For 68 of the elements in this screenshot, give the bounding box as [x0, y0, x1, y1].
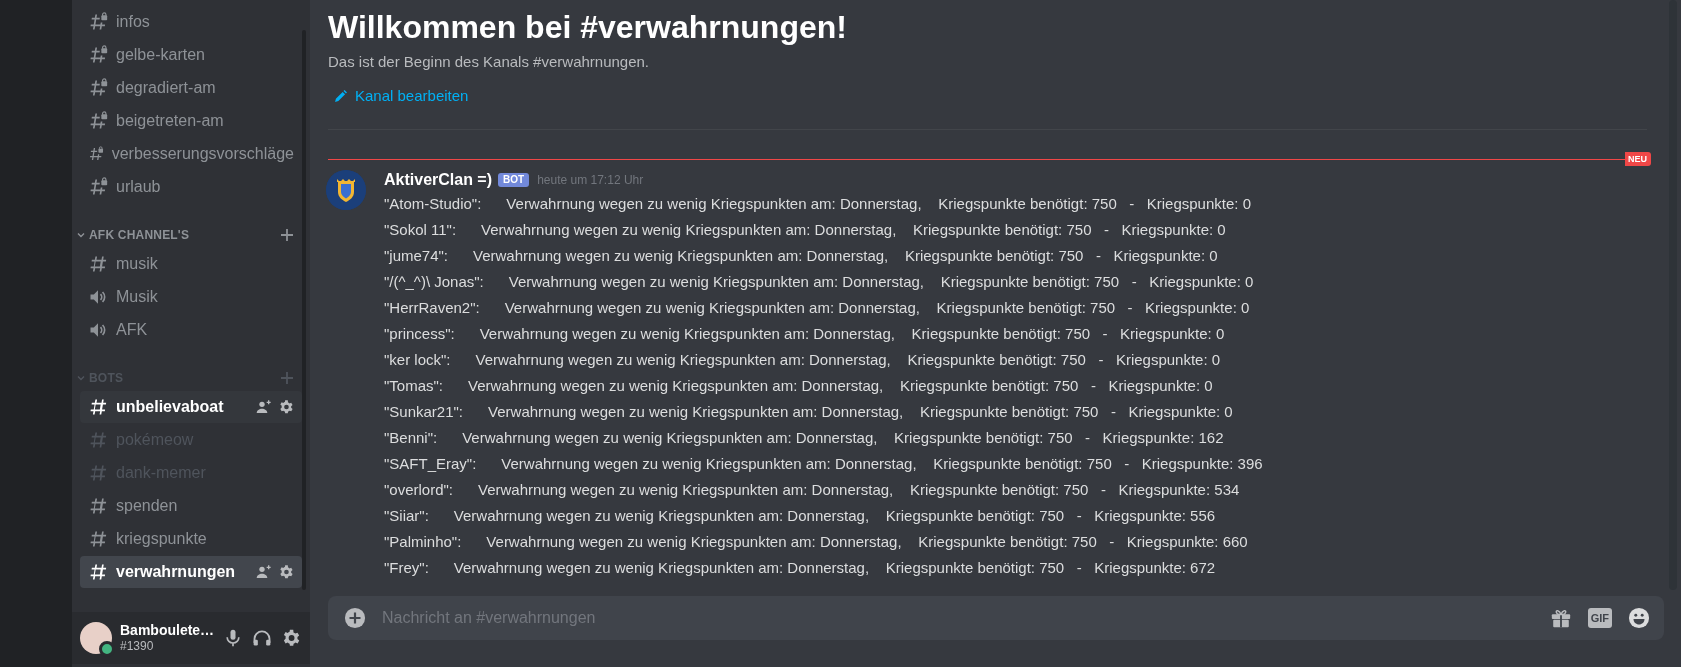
message-line: "Siiar": Verwahrnung wegen zu wenig Kriegspunkten am: Donnerstag, Kriegspunkte benötigt: 750 - Kriegspunkte: 556 [384, 506, 1216, 526]
message-line: "HerrRaven2": Verwahrnung wegen zu wenig Kriegspunkten am: Donnerstag, Kriegspunkte benötigt: 750 - Kriegspunkte: 0 [384, 298, 1250, 318]
edit-channel-link[interactable]: Kanal bearbeiten [334, 85, 469, 107]
message-line: "princess": Verwahrnung wegen zu wenig Kriegspunkten am: Donnerstag, Kriegspunkte benötigt: 750 - Kriegspunkte: 0 [384, 324, 1225, 344]
channel-item[interactable]: infos [80, 6, 302, 38]
hash-icon [88, 463, 108, 483]
hash-icon [88, 562, 108, 582]
hash-icon [88, 529, 108, 549]
settings-icon[interactable] [278, 399, 294, 415]
locked-hash-icon [88, 177, 108, 197]
headphones-icon[interactable] [252, 628, 273, 648]
welcome-subtitle: Das ist der Beginn des Kanals #verwahrnungen. [328, 52, 650, 72]
user-tag: #1390 [120, 638, 215, 654]
channel-item[interactable]: kriegspunkte [80, 523, 302, 555]
channel-item[interactable]: musik [80, 248, 302, 280]
locked-hash-icon [88, 12, 108, 32]
online-status-icon [99, 641, 115, 657]
shield-avatar-icon[interactable] [326, 170, 366, 210]
settings-icon[interactable] [281, 628, 302, 648]
add-circle-icon[interactable] [344, 607, 366, 629]
chevron-down-icon [76, 230, 86, 240]
message-line: "Benni": Verwahrnung wegen zu wenig Kriegspunkten am: Donnerstag, Kriegspunkte benötigt: 750 - Kriegspunkte: 162 [384, 428, 1224, 448]
message-line: "Tomas": Verwahrnung wegen zu wenig Kriegspunkten am: Donnerstag, Kriegspunkte benötigt: 750 - Kriegspunkte: 0 [384, 376, 1213, 396]
channel-item[interactable]: AFK [80, 314, 302, 346]
category-header[interactable]: AFK CHANNEL'S [72, 223, 310, 247]
new-badge: NEU [1625, 152, 1651, 166]
channel-item[interactable]: unbelievaboat [80, 391, 302, 423]
channel-item[interactable]: urlaub [80, 171, 302, 203]
message-line: "Palminho": Verwahrnung wegen zu wenig Kriegspunkten am: Donnerstag, Kriegspunkte benötigt: 750 - Kriegspunkte: 660 [384, 532, 1248, 552]
author-name[interactable]: AktiverClan =) [384, 171, 493, 189]
gift-icon[interactable] [1549, 607, 1572, 629]
bot-tag: BOT [498, 173, 530, 187]
hash-icon [88, 254, 108, 274]
chevron-down-icon [76, 373, 86, 383]
settings-icon[interactable] [278, 564, 294, 580]
message-line: "ker lock": Verwahrnung wegen zu wenig Kriegspunkten am: Donnerstag, Kriegspunkte benötigt: 750 - Kriegspunkte: 0 [384, 350, 1221, 370]
message-line: "Atom-Studio": Verwahrnung wegen zu wenig Kriegspunkten am: Donnerstag, Kriegspunkte benötigt: 750 - Kriegspunkte: 0 [384, 194, 1251, 214]
smiley-icon[interactable] [1628, 607, 1650, 629]
channel-item[interactable]: verwahrnungen [80, 556, 302, 588]
message-line: "Sokol 11": Verwahrnung wegen zu wenig Kriegspunkten am: Donnerstag, Kriegspunkte benötigt: 750 - Kriegspunkte: 0 [384, 220, 1226, 240]
channel-item[interactable]: spenden [80, 490, 302, 522]
locked-hash-icon [88, 45, 108, 65]
message-timestamp: heute um 17:12 Uhr [537, 173, 644, 187]
channel-item[interactable]: verbesserungsvorschläge [80, 138, 302, 170]
hash-icon [88, 397, 108, 417]
message-line: "overlord": Verwahrnung wegen zu wenig Kriegspunkten am: Donnerstag, Kriegspunkte benötigt: 750 - Kriegspunkte: 534 [384, 480, 1240, 500]
channel-item[interactable]: degradiert-am [80, 72, 302, 104]
category-name: AFK CHANNEL'S [89, 228, 191, 242]
plus-icon[interactable] [280, 228, 294, 242]
add-member-icon[interactable] [256, 399, 272, 415]
avatar[interactable] [80, 622, 112, 654]
channel-item[interactable]: Musik [80, 281, 302, 313]
gif-button[interactable]: GIF [1587, 608, 1612, 628]
channel-item[interactable]: beigetreten-am [80, 105, 302, 137]
welcome-title: Willkommen bei #verwahrnungen! [328, 8, 847, 47]
message-line: "Sunkar21": Verwahrnung wegen zu wenig Kriegspunkten am: Donnerstag, Kriegspunkte benötigt: 750 - Kriegspunkte: 0 [384, 402, 1233, 422]
add-member-icon[interactable] [256, 564, 272, 580]
hash-icon [88, 496, 108, 516]
locked-hash-icon [88, 78, 108, 98]
hash-icon [88, 430, 108, 450]
message-line: "Frey": Verwahrnung wegen zu wenig Kriegspunkten am: Donnerstag, Kriegspunkte benötigt: 750 - Kriegspunkte: 672 [384, 558, 1216, 578]
locked-hash-icon [88, 111, 108, 131]
message-line: "SAFT_Eray": Verwahrnung wegen zu wenig Kriegspunkten am: Donnerstag, Kriegspunkte benötigt: 750 - Kriegspunkte: 396 [384, 454, 1263, 474]
username: Bamboulete… [120, 622, 215, 638]
pencil-icon [334, 89, 347, 103]
message-line: "/(^_^)\ Jonas": Verwahrnung wegen zu wenig Kriegspunkten am: Donnerstag, Kriegspunkte benötigt: 750 - Kriegspunkte: 0 [384, 272, 1254, 292]
message-line: "jume74": Verwahrnung wegen zu wenig Kriegspunkten am: Donnerstag, Kriegspunkte benötigt: 750 - Kriegspunkte: 0 [384, 246, 1218, 266]
channel-item[interactable]: gelbe-karten [80, 39, 302, 71]
